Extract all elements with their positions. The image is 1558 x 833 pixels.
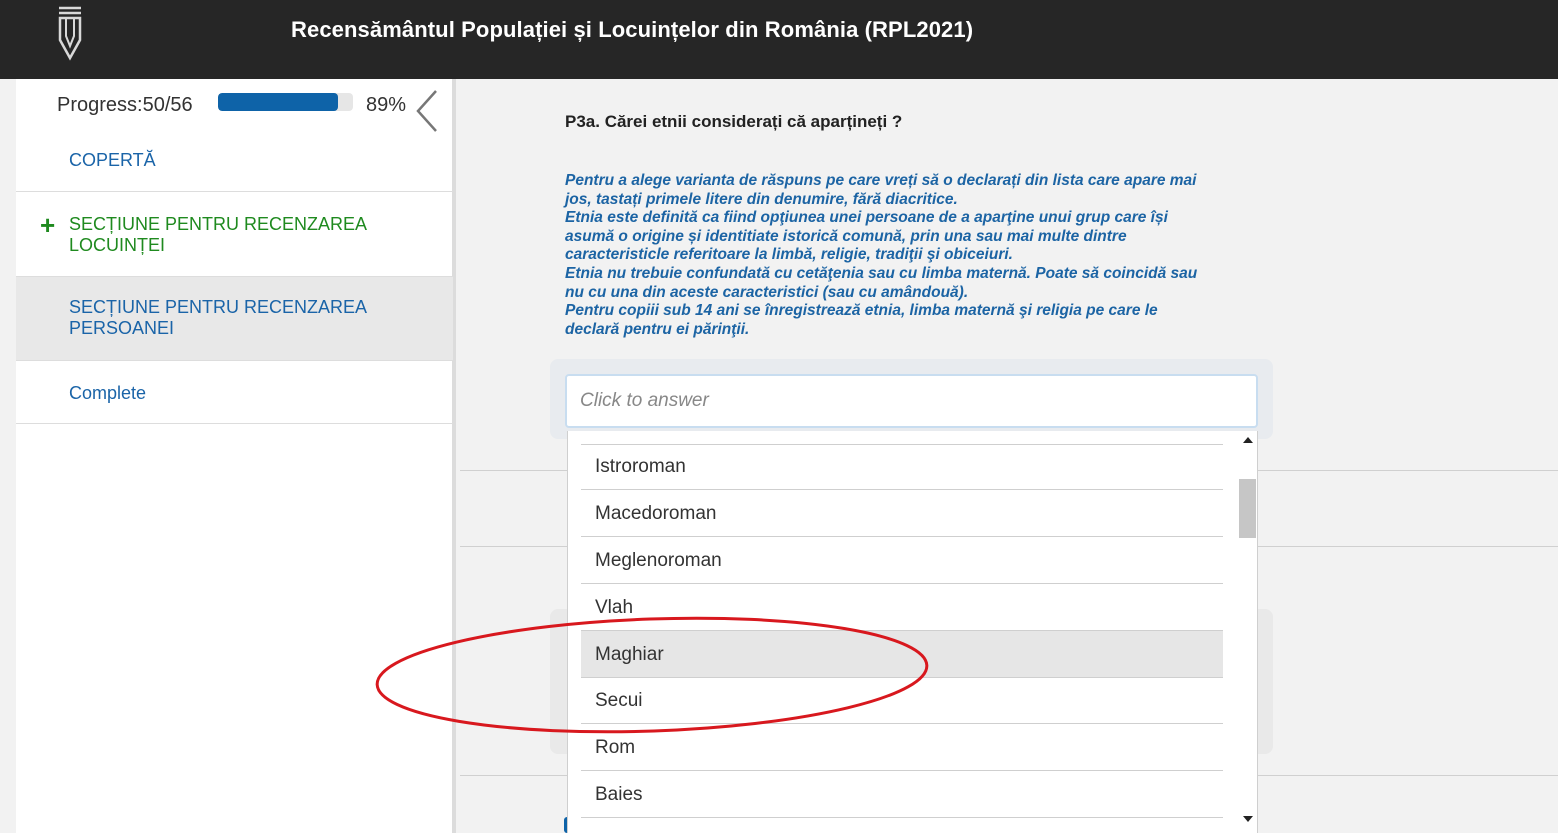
sidebar-item-label: SECȚIUNE PENTRU RECENZAREA LOCUINȚEI xyxy=(69,214,367,255)
instruction-line: Etnia este definită ca fiind opţiunea un… xyxy=(565,209,1168,264)
sidebar-item-label: COPERTĂ xyxy=(69,150,156,170)
list-item[interactable]: Istroroman xyxy=(581,443,1223,490)
ethnicity-answer-input[interactable] xyxy=(565,374,1258,428)
progress-row: Progress:50/56 89% xyxy=(16,79,456,139)
question-instructions: Pentru a alege varianta de răspuns pe ca… xyxy=(565,172,1205,339)
dropdown-scrollbar[interactable] xyxy=(1237,431,1257,833)
scroll-thumb[interactable] xyxy=(1239,479,1256,538)
scroll-down-arrow-icon[interactable] xyxy=(1243,816,1253,822)
sidebar-item-label: Complete xyxy=(69,383,147,403)
question-title: P3a. Cărei etnii considerați că aparține… xyxy=(565,112,903,131)
list-item[interactable]: Vlah xyxy=(581,584,1223,631)
progress-fill xyxy=(218,93,339,111)
app-header: Recensământul Populației și Locuințelor … xyxy=(0,0,1558,79)
sidebar-item-person-section[interactable]: SECȚIUNE PENTRU RECENZAREA PERSOANEI xyxy=(16,277,453,361)
instruction-line: Etnia nu trebuie confundată cu cetăţenia… xyxy=(565,264,1198,301)
chevron-left-icon[interactable] xyxy=(414,89,440,133)
list-item[interactable]: Rom xyxy=(581,724,1223,771)
sidebar-item-coperta[interactable]: COPERTĂ xyxy=(16,139,453,192)
list-item[interactable]: Secui xyxy=(581,677,1223,724)
sidebar: Progress:50/56 89% COPERTĂ + SECȚIUNE PE… xyxy=(16,79,456,833)
plus-icon[interactable]: + xyxy=(40,212,55,238)
list-item[interactable]: Baies xyxy=(581,771,1223,818)
sidebar-item-label: SECȚIUNE PENTRU RECENZAREA PERSOANEI xyxy=(69,297,367,338)
list-item-highlighted[interactable]: Maghiar xyxy=(581,631,1223,678)
ethnicity-dropdown-list[interactable]: Istroroman Macedoroman Meglenoroman Vlah… xyxy=(567,431,1258,833)
progress-label: Progress:50/56 xyxy=(57,94,193,116)
progress-bar xyxy=(218,93,353,111)
scroll-up-arrow-icon[interactable] xyxy=(1243,437,1253,443)
list-item[interactable]: Meglenoroman xyxy=(581,537,1223,584)
pen-nib-logo-icon xyxy=(58,6,82,61)
list-item[interactable]: Macedoroman xyxy=(581,490,1223,537)
app-title: Recensământul Populației și Locuințelor … xyxy=(291,17,974,42)
instruction-line: Pentru a alege varianta de răspuns pe ca… xyxy=(565,172,1197,208)
sidebar-item-dwelling-section[interactable]: + SECȚIUNE PENTRU RECENZAREA LOCUINȚEI xyxy=(16,192,453,277)
instruction-line: Pentru copiii sub 14 ani se înregistreaz… xyxy=(565,302,1158,338)
progress-percent: 89% xyxy=(366,94,407,116)
sidebar-item-complete[interactable]: Complete xyxy=(16,361,453,424)
